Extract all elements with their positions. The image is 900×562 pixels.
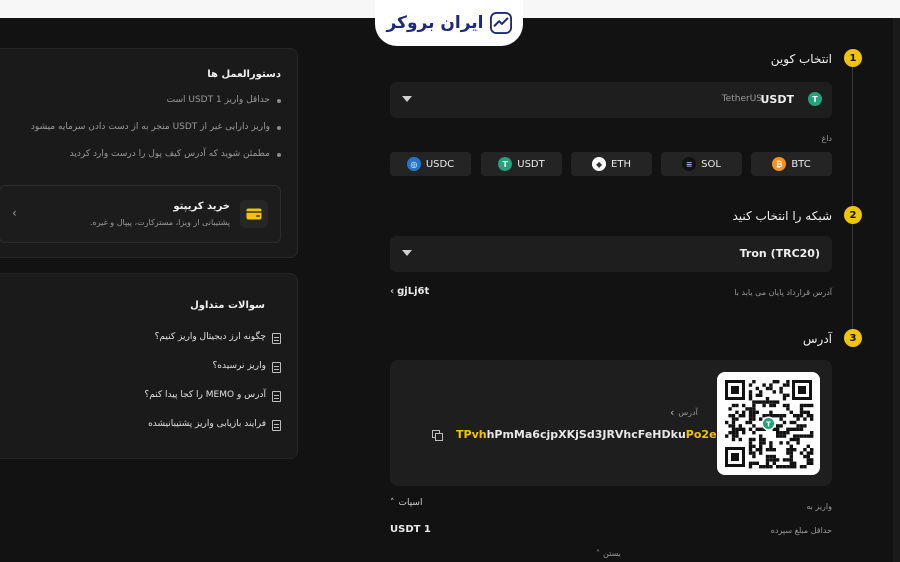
document-icon (272, 391, 281, 402)
faq-card: سوالات متداول چگونه ارز دیجیتال واریز کن… (0, 273, 298, 459)
min-deposit-label: حداقل مبلغ سپرده (770, 526, 832, 535)
brand-chart-icon (489, 12, 512, 34)
chevron-left-icon: ‹ (670, 406, 675, 419)
copy-icon[interactable] (432, 430, 443, 441)
deposit-to-label: واریز به (806, 502, 832, 511)
guide-item: واریز دارایی غیر از USDT منجر به از دست … (31, 122, 281, 149)
document-icon (272, 333, 281, 344)
step-label-network: شبکه را انتخاب کنید (732, 209, 832, 223)
usdt-icon: T (498, 157, 513, 171)
faq-item[interactable]: واریز نرسیده؟ (144, 361, 281, 390)
close-details-button[interactable]: ˄ بستن (596, 549, 621, 558)
hot-coin-btc[interactable]: ₿ BTC (751, 152, 832, 176)
guide-list: حداقل واریز USDT 1 است واریز دارایی غیر … (31, 95, 281, 176)
contract-label: آدرس قرارداد پایان می یابد با (734, 288, 832, 297)
step-label-coin: انتخاب کوین (770, 52, 832, 66)
document-icon (272, 420, 281, 431)
buy-crypto-title: خرید کریپتو (173, 201, 230, 212)
eth-icon: ◆ (592, 157, 607, 171)
coin-full-name: TetherUS (721, 94, 762, 104)
guide-card: دستورالعمل ها حداقل واریز USDT 1 است وار… (0, 48, 298, 258)
faq-title: سوالات متداول (190, 300, 265, 311)
faq-item[interactable]: فرایند بازیابی واریز پشتیبانیشده (144, 419, 281, 448)
step-number-2: 2 (844, 206, 862, 224)
address-field-label: ‹ آدرس (670, 406, 698, 419)
network-name: Tron (TRC20) (739, 247, 820, 260)
hot-coin-sol[interactable]: ≡ SOL (661, 152, 742, 176)
btc-icon: ₿ (772, 157, 787, 171)
min-deposit-value: USDT 1 (390, 524, 431, 535)
sol-icon: ≡ (682, 157, 697, 171)
step-number-1: 1 (844, 49, 862, 67)
coin-select[interactable]: TetherUS USDT T (390, 82, 832, 118)
qr-code[interactable]: T (717, 372, 820, 475)
bullet-icon (277, 99, 281, 103)
caret-down-icon (402, 96, 412, 102)
guide-item: مطمئن شوید که آدرس کیف پول را درست وارد … (31, 149, 281, 176)
min-deposit-row: حداقل مبلغ سپرده USDT 1 (390, 524, 832, 540)
bullet-icon (277, 153, 281, 157)
deposit-address[interactable]: TPvhhPmMa6cjpXKjSd3JRVhcFeHDkuPo2e (456, 428, 717, 441)
deposit-to-row: واریز به (390, 500, 832, 516)
guide-item: حداقل واریز USDT 1 است (31, 95, 281, 122)
step-connector (852, 66, 853, 336)
hot-label: داغ (821, 134, 832, 143)
coin-symbol: USDT (760, 93, 795, 106)
step-label-address: آدرس (802, 332, 832, 346)
chevron-left-icon: ‹ (390, 286, 395, 297)
wallet-card-icon (240, 200, 268, 228)
hot-coin-eth[interactable]: ◆ ETH (571, 152, 652, 176)
document-icon (272, 362, 281, 373)
buy-crypto-button[interactable]: خرید کریپتو پشتیبانی از ویزا، مسترکارت، … (0, 185, 281, 243)
guide-title: دستورالعمل ها (207, 69, 281, 80)
chevron-up-icon: ˄ (596, 549, 600, 558)
hot-coin-usdt[interactable]: T USDT (481, 152, 562, 176)
network-select[interactable]: Tron (TRC20) (390, 236, 832, 272)
step-number-3: 3 (844, 329, 862, 347)
caret-down-icon (402, 250, 412, 256)
brand-name: ایران بروکر (386, 13, 484, 33)
chevron-left-icon: ‹ (12, 206, 17, 220)
faq-item[interactable]: آدرس و MEMO را کجا پیدا کنم؟ (144, 390, 281, 419)
usdt-icon: T (808, 92, 822, 106)
hot-coin-usdc[interactable]: ◎ USDC (390, 152, 471, 176)
svg-text:T: T (766, 421, 771, 429)
scrollbar[interactable] (893, 18, 900, 562)
faq-item[interactable]: چگونه ارز دیجیتال واریز کنیم؟ (144, 332, 281, 361)
bullet-icon (277, 126, 281, 130)
buy-crypto-subtitle: پشتیبانی از ویزا، مسترکارت، پیپال و غیره… (90, 218, 230, 227)
contract-suffix[interactable]: ‹ gjLj6t (390, 286, 429, 297)
brand-logo[interactable]: ایران بروکر (375, 0, 523, 46)
faq-list: چگونه ارز دیجیتال واریز کنیم؟ واریز نرسی… (144, 332, 281, 448)
usdc-icon: ◎ (406, 157, 421, 171)
